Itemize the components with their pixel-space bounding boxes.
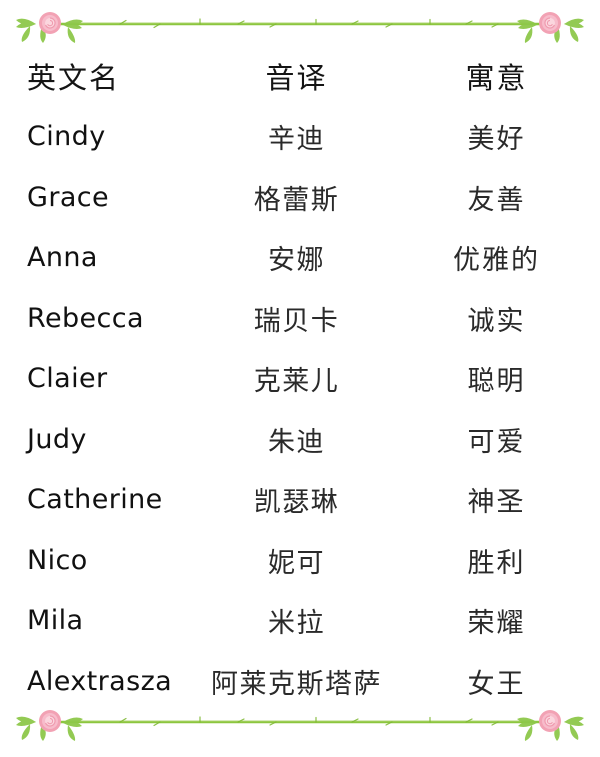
cell-meaning: 优雅的 xyxy=(393,228,600,289)
table-row: Judy 朱迪 可爱 xyxy=(0,409,600,470)
table-row: Cindy 辛迪 美好 xyxy=(0,107,600,168)
cell-meaning: 聪明 xyxy=(393,349,600,410)
cell-transliteration: 瑞贝卡 xyxy=(200,288,393,349)
cell-meaning: 胜利 xyxy=(393,530,600,591)
cell-english-name: Claier xyxy=(0,349,200,410)
english-name-table: 英文名 音译 寓意 Cindy 辛迪 美好 Grace 格蕾斯 友善 Anna … xyxy=(0,46,600,712)
column-header-english-name: 英文名 xyxy=(0,46,200,107)
cell-transliteration: 克莱儿 xyxy=(200,349,393,410)
cell-transliteration: 凯瑟琳 xyxy=(200,470,393,531)
cell-english-name: Grace xyxy=(0,167,200,228)
cell-english-name: Catherine xyxy=(0,470,200,531)
cell-meaning: 友善 xyxy=(393,167,600,228)
table-header-row: 英文名 音译 寓意 xyxy=(0,46,600,107)
left-rose-cluster xyxy=(16,710,83,741)
column-header-transliteration: 音译 xyxy=(200,46,393,107)
cell-meaning: 可爱 xyxy=(393,409,600,470)
rose-right xyxy=(539,710,561,732)
cell-english-name: Anna xyxy=(0,228,200,289)
bottom-divider-ornament xyxy=(0,700,600,744)
table-row: Claier 克莱儿 聪明 xyxy=(0,349,600,410)
table-row: Mila 米拉 荣耀 xyxy=(0,591,600,652)
cell-transliteration: 妮可 xyxy=(200,530,393,591)
cell-meaning: 神圣 xyxy=(393,470,600,531)
cell-transliteration: 辛迪 xyxy=(200,107,393,168)
rose-left xyxy=(39,710,61,732)
cell-transliteration: 格蕾斯 xyxy=(200,167,393,228)
rose-left xyxy=(39,12,61,34)
cell-meaning: 荣耀 xyxy=(393,591,600,652)
divider-stem-group xyxy=(55,19,545,28)
cell-english-name: Mila xyxy=(0,591,200,652)
cell-transliteration: 朱迪 xyxy=(200,409,393,470)
cell-english-name: Judy xyxy=(0,409,200,470)
table-row: Grace 格蕾斯 友善 xyxy=(0,167,600,228)
right-rose-cluster xyxy=(517,12,584,43)
table-row: Anna 安娜 优雅的 xyxy=(0,228,600,289)
cell-english-name: Cindy xyxy=(0,107,200,168)
cell-meaning: 诚实 xyxy=(393,288,600,349)
table-row: Catherine 凯瑟琳 神圣 xyxy=(0,470,600,531)
table-row: Nico 妮可 胜利 xyxy=(0,530,600,591)
right-rose-cluster xyxy=(517,710,584,741)
cell-transliteration: 米拉 xyxy=(200,591,393,652)
table-row: Rebecca 瑞贝卡 诚实 xyxy=(0,288,600,349)
cell-meaning: 美好 xyxy=(393,107,600,168)
column-header-meaning: 寓意 xyxy=(393,46,600,107)
rose-right xyxy=(539,12,561,34)
cell-english-name: Rebecca xyxy=(0,288,200,349)
divider-stem-group xyxy=(55,717,545,726)
cell-transliteration: 安娜 xyxy=(200,228,393,289)
left-rose-cluster xyxy=(16,12,83,43)
top-divider-ornament xyxy=(0,2,600,46)
cell-english-name: Nico xyxy=(0,530,200,591)
